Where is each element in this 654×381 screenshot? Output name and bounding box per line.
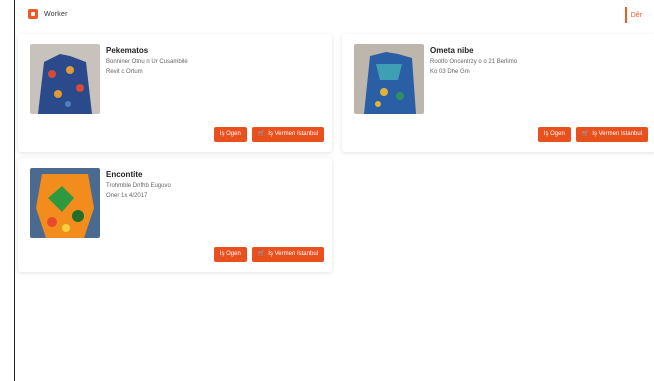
- product-meta: Oner 1x 4/2017: [106, 193, 148, 200]
- product-card: Encontite Trohmble Dnfhb Euguvo Oner 1x …: [18, 158, 332, 272]
- secondary-button-label: Iş Vermen Istanbul: [592, 131, 642, 137]
- product-card: Ometa nibe Rootfo Oncentrzy o o 21 Berli…: [342, 34, 654, 152]
- top-right-label[interactable]: Dêr: [631, 12, 642, 19]
- secondary-button-label: Iş Vermen Istanbul: [268, 251, 318, 257]
- product-location: Rootfo Oncentrzy o o 21 Berlimo: [430, 59, 518, 65]
- primary-button-label: Iş Ogen: [219, 131, 241, 137]
- left-border: [0, 0, 15, 381]
- product-info: Pekematos Bonniner Otnu n Ur Cusambile R…: [106, 46, 188, 79]
- top-right-menu[interactable]: Dêr: [624, 7, 642, 23]
- product-image[interactable]: [354, 44, 424, 114]
- brand-name: Worker: [44, 10, 68, 18]
- product-info: Encontite Trohmble Dnfhb Euguvo Oner 1x …: [106, 170, 171, 203]
- product-card: Pekematos Bonniner Otnu n Ur Cusambile R…: [18, 34, 332, 152]
- primary-button-label: Iş Ogen: [543, 131, 565, 137]
- primary-button[interactable]: Iş Ogen: [213, 127, 247, 142]
- secondary-button[interactable]: 🛒 Iş Vermen Istanbul: [251, 127, 324, 142]
- card-actions: Iş Ogen 🛒 Iş Vermen Istanbul: [213, 127, 324, 142]
- card-actions: Iş Ogen 🛒 Iş Vermen Istanbul: [213, 247, 324, 262]
- logo-icon: [28, 9, 38, 19]
- product-info: Ometa nibe Rootfo Oncentrzy o o 21 Berli…: [430, 46, 517, 79]
- secondary-button[interactable]: 🛒 Iş Vermen Istanbul: [251, 247, 324, 262]
- cart-icon: 🛒: [257, 131, 266, 137]
- card-actions: Iş Ogen 🛒 Iş Vermen Istanbul: [537, 127, 648, 142]
- primary-button[interactable]: Iş Ogen: [213, 247, 247, 262]
- primary-button[interactable]: Iş Ogen: [537, 127, 571, 142]
- product-location: Bonniner Otnu n Ur Cusambile: [106, 59, 188, 65]
- product-location: Trohmble Dnfhb Euguvo: [106, 183, 171, 189]
- secondary-button[interactable]: 🛒 Iş Vermen Istanbul: [575, 127, 648, 142]
- product-title[interactable]: Ometa nibe: [430, 46, 517, 55]
- product-image[interactable]: [30, 44, 100, 114]
- primary-button-label: Iş Ogen: [219, 251, 241, 257]
- cart-icon: 🛒: [581, 131, 590, 137]
- product-title[interactable]: Pekematos: [106, 46, 188, 55]
- product-meta: Ko 03 Dhe Gm: [430, 69, 470, 76]
- product-meta: Revit c Ortum: [106, 69, 143, 76]
- cart-icon: 🛒: [257, 251, 266, 257]
- divider: [624, 7, 627, 23]
- secondary-button-label: Iş Vermen Istanbul: [268, 131, 318, 137]
- product-image[interactable]: [30, 168, 100, 238]
- top-bar: Worker Dêr: [14, 0, 654, 32]
- brand-logo[interactable]: Worker: [28, 9, 68, 19]
- product-title[interactable]: Encontite: [106, 170, 171, 179]
